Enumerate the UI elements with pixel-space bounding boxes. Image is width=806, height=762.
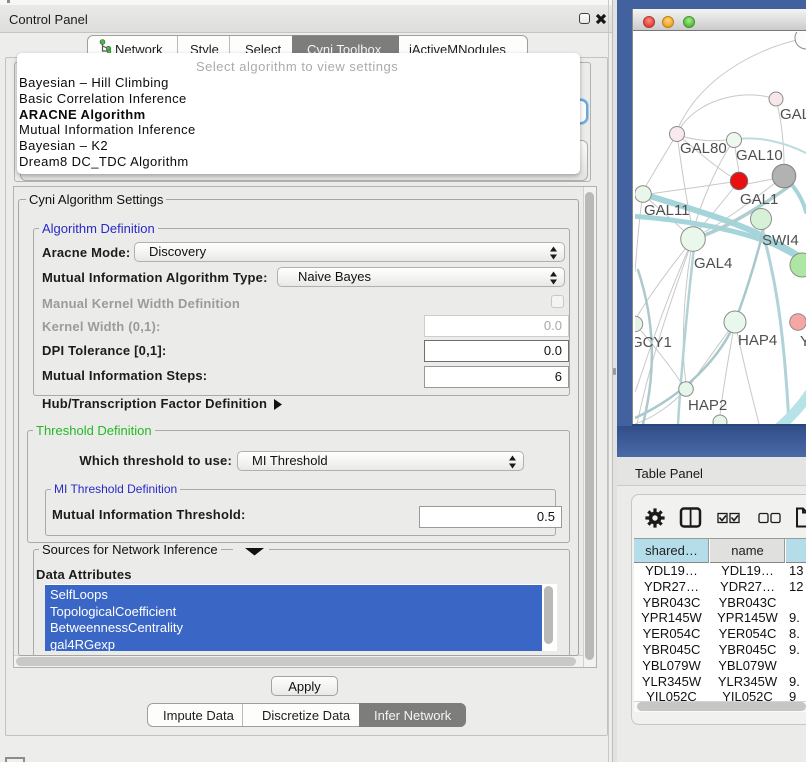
svg-text:GAL80: GAL80: [680, 140, 727, 157]
svg-text:SWI4: SWI4: [762, 232, 799, 249]
svg-text:GAL1: GAL1: [740, 191, 778, 208]
svg-text:GAL10: GAL10: [736, 147, 783, 164]
svg-text:GAL4: GAL4: [694, 255, 732, 272]
svg-text:YJ: YJ: [800, 333, 806, 350]
svg-text:GAL11: GAL11: [644, 202, 690, 219]
svg-text:HAP4: HAP4: [738, 332, 777, 349]
svg-text:HAP2: HAP2: [688, 397, 727, 414]
svg-text:GAL2: GAL2: [780, 106, 806, 123]
svg-text:GCY1: GCY1: [635, 334, 672, 351]
